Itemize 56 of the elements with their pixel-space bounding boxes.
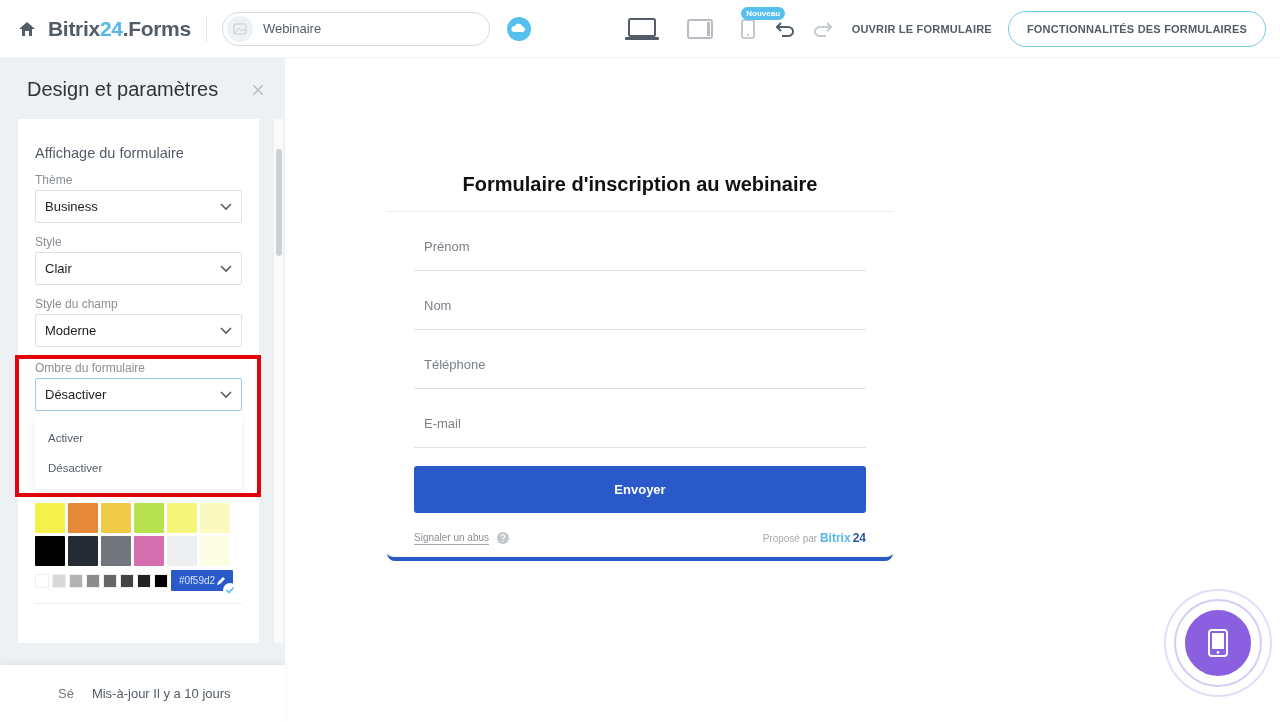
color-swatch[interactable] bbox=[120, 573, 134, 588]
check-icon bbox=[223, 583, 237, 597]
color-swatch[interactable] bbox=[52, 573, 66, 588]
color-swatch[interactable] bbox=[101, 536, 131, 566]
dropdown-option[interactable]: Désactiver bbox=[35, 453, 242, 483]
color-swatch[interactable] bbox=[167, 503, 197, 533]
color-swatch[interactable] bbox=[35, 536, 65, 566]
powered-by-text: Proposé par Bitrix 24 bbox=[762, 531, 866, 545]
chevron-down-icon bbox=[220, 202, 232, 211]
home-icon[interactable] bbox=[19, 21, 35, 36]
dropdown-select[interactable]: Clair bbox=[35, 252, 242, 285]
dropdown-select[interactable]: Business bbox=[35, 190, 242, 223]
dropdown-select[interactable]: Désactiver bbox=[35, 378, 242, 411]
color-swatch[interactable] bbox=[200, 536, 230, 566]
color-swatch[interactable] bbox=[200, 503, 230, 533]
color-swatch[interactable] bbox=[35, 503, 65, 533]
tablet-icon[interactable] bbox=[687, 18, 714, 39]
image-icon bbox=[226, 15, 253, 42]
form-title: Formulaire d'inscription au webinaire bbox=[387, 173, 893, 212]
scrollbar-thumb[interactable] bbox=[275, 149, 282, 256]
update-note: Mis-à-jour Il y a 10 jours bbox=[91, 686, 231, 701]
save-button[interactable]: Sé bbox=[58, 686, 74, 701]
color-swatch[interactable] bbox=[86, 573, 100, 588]
field-label: Thème bbox=[35, 173, 74, 187]
color-swatch[interactable] bbox=[69, 573, 83, 588]
panel-title: Design et paramètres bbox=[27, 78, 219, 101]
color-swatch[interactable] bbox=[154, 573, 168, 588]
color-swatch[interactable] bbox=[68, 503, 98, 533]
submit-button[interactable]: Envoyer bbox=[414, 466, 866, 513]
phone-icon[interactable] bbox=[741, 18, 756, 39]
help-icon[interactable] bbox=[497, 532, 510, 544]
field-label: Ombre du formulaire bbox=[35, 361, 147, 375]
color-swatch[interactable] bbox=[103, 573, 117, 588]
chevron-down-icon bbox=[220, 264, 232, 273]
field-label: Style du champ bbox=[35, 297, 119, 311]
dropdown-option[interactable]: Activer bbox=[35, 423, 242, 453]
phone-icon bbox=[1208, 629, 1228, 657]
dropdown-select[interactable]: Moderne bbox=[35, 314, 242, 347]
color-swatch[interactable] bbox=[134, 503, 164, 533]
section-title: Affichage du formulaire bbox=[35, 145, 185, 161]
open-form-link[interactable]: OUVRIR LE FORMULAIRE bbox=[851, 22, 992, 35]
laptop-icon[interactable] bbox=[625, 17, 660, 40]
chevron-down-icon bbox=[220, 390, 232, 399]
color-swatch[interactable] bbox=[134, 536, 164, 566]
chevron-down-icon bbox=[220, 326, 232, 335]
new-badge: Nouveau bbox=[741, 6, 786, 20]
field-label: Style bbox=[35, 235, 63, 249]
pencil-icon bbox=[217, 576, 226, 585]
color-swatch[interactable] bbox=[137, 573, 151, 588]
color-swatch[interactable] bbox=[68, 536, 98, 566]
cloud-icon[interactable] bbox=[506, 16, 531, 41]
undo-icon[interactable] bbox=[775, 20, 794, 37]
close-icon[interactable] bbox=[253, 84, 263, 95]
color-swatch[interactable] bbox=[101, 503, 131, 533]
form-features-button[interactable]: FONCTIONNALITÉS DES FORMULAIRES bbox=[1007, 10, 1266, 47]
app-logo[interactable]: Bitrix24.Forms bbox=[48, 16, 191, 41]
